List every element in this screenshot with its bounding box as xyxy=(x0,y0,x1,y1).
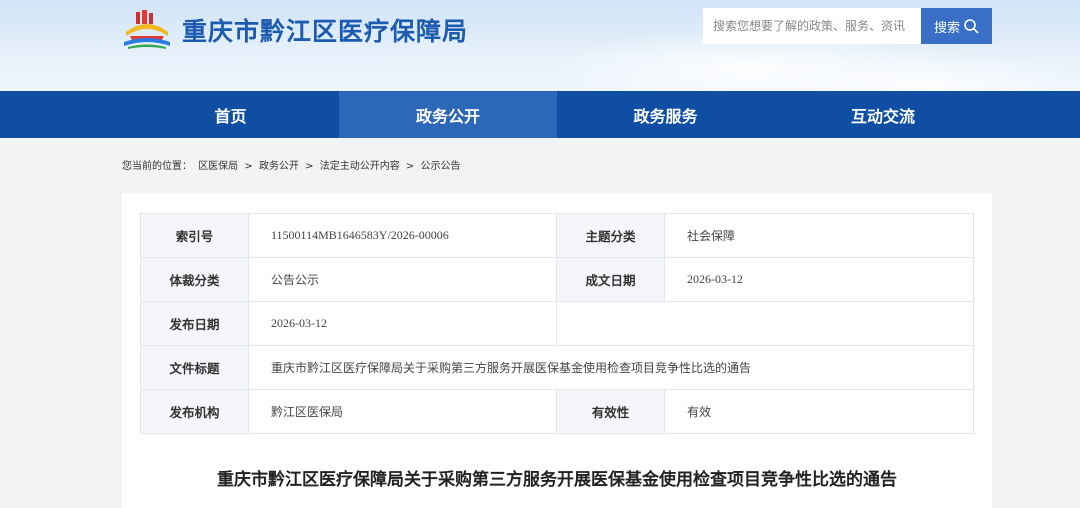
site-title[interactable]: 重庆市黔江区医疗保障局 xyxy=(182,12,468,48)
table-row: 文件标题 重庆市黔江区医疗保障局关于采购第三方服务开展医保基金使用检查项目竞争性… xyxy=(140,345,974,390)
breadcrumb-link[interactable]: 法定主动公开内容 xyxy=(320,161,400,172)
article-title: 重庆市黔江区医疗保障局关于采购第三方服务开展医保基金使用检查项目竞争性比选的通告 xyxy=(217,470,897,490)
nav-item-label: 政务公开 xyxy=(415,106,480,126)
content-card: 索引号 11500114MB1646583Y/2026-00006 主题分类 社… xyxy=(122,193,992,508)
table-row: 索引号 11500114MB1646583Y/2026-00006 主题分类 社… xyxy=(140,213,974,258)
breadcrumb-link[interactable]: 区医保局 xyxy=(198,161,238,172)
search-button-label: 搜索 xyxy=(933,20,960,36)
validity-value: 有效 xyxy=(664,389,974,434)
table-row: 体裁分类 公告公示 成文日期 2026-03-12 xyxy=(140,257,974,302)
nav-item-label: 互动交流 xyxy=(850,106,915,126)
site-header: 重庆市黔江区医疗保障局 搜索 xyxy=(0,0,1080,91)
search-icon xyxy=(964,19,979,34)
nav-item-government-services[interactable]: 政务服务 xyxy=(557,91,774,138)
table-row: 发布机构 黔江区医保局 有效性 有效 xyxy=(140,389,974,434)
breadcrumb-separator: > xyxy=(405,161,415,172)
breadcrumb-prefix: 您当前的位置： xyxy=(122,161,192,172)
document-meta-table: 索引号 11500114MB1646583Y/2026-00006 主题分类 社… xyxy=(140,213,974,434)
issuer-value: 黔江区医保局 xyxy=(248,389,557,434)
breadcrumb-separator: > xyxy=(244,161,253,172)
nav-item-government-affairs-open[interactable]: 政务公开 xyxy=(339,91,557,138)
issuer-label: 发布机构 xyxy=(140,389,249,434)
nav-item-label: 首页 xyxy=(214,106,247,126)
breadcrumb-separator: > xyxy=(305,161,314,172)
doc-title-label: 文件标题 xyxy=(140,345,249,390)
government-emblem-icon xyxy=(124,10,170,49)
main-nav: 首页 政务公开 政务服务 互动交流 xyxy=(0,91,1080,138)
created-date-value: 2026-03-12 xyxy=(664,257,974,302)
search-button[interactable]: 搜索 xyxy=(921,8,992,44)
validity-label: 有效性 xyxy=(556,389,665,434)
breadcrumb-link[interactable]: 公示公告 xyxy=(420,161,460,172)
topic-value: 社会保障 xyxy=(664,213,974,258)
created-date-label: 成文日期 xyxy=(556,257,665,302)
published-date-value: 2026-03-12 xyxy=(248,301,557,346)
breadcrumb: 您当前的位置： 区医保局 > 政务公开 > 法定主动公开内容 > 公示公告 xyxy=(122,157,463,172)
topic-label: 主题分类 xyxy=(556,213,665,258)
empty-cell xyxy=(556,301,974,346)
search-bar: 搜索 xyxy=(703,8,992,44)
index-value: 11500114MB1646583Y/2026-00006 xyxy=(248,213,557,258)
nav-item-home[interactable]: 首页 xyxy=(122,91,339,138)
published-date-label: 发布日期 xyxy=(140,301,249,346)
genre-value: 公告公示 xyxy=(248,257,557,302)
genre-label: 体裁分类 xyxy=(140,257,249,302)
table-row: 发布日期 2026-03-12 xyxy=(140,301,974,346)
index-label: 索引号 xyxy=(140,213,249,258)
search-input[interactable] xyxy=(703,8,921,44)
breadcrumb-link[interactable]: 政务公开 xyxy=(259,161,299,172)
doc-title-value: 重庆市黔江区医疗保障局关于采购第三方服务开展医保基金使用检查项目竞争性比选的通告 xyxy=(248,345,974,390)
nav-item-label: 政务服务 xyxy=(633,106,698,126)
nav-item-interaction[interactable]: 互动交流 xyxy=(774,91,992,138)
